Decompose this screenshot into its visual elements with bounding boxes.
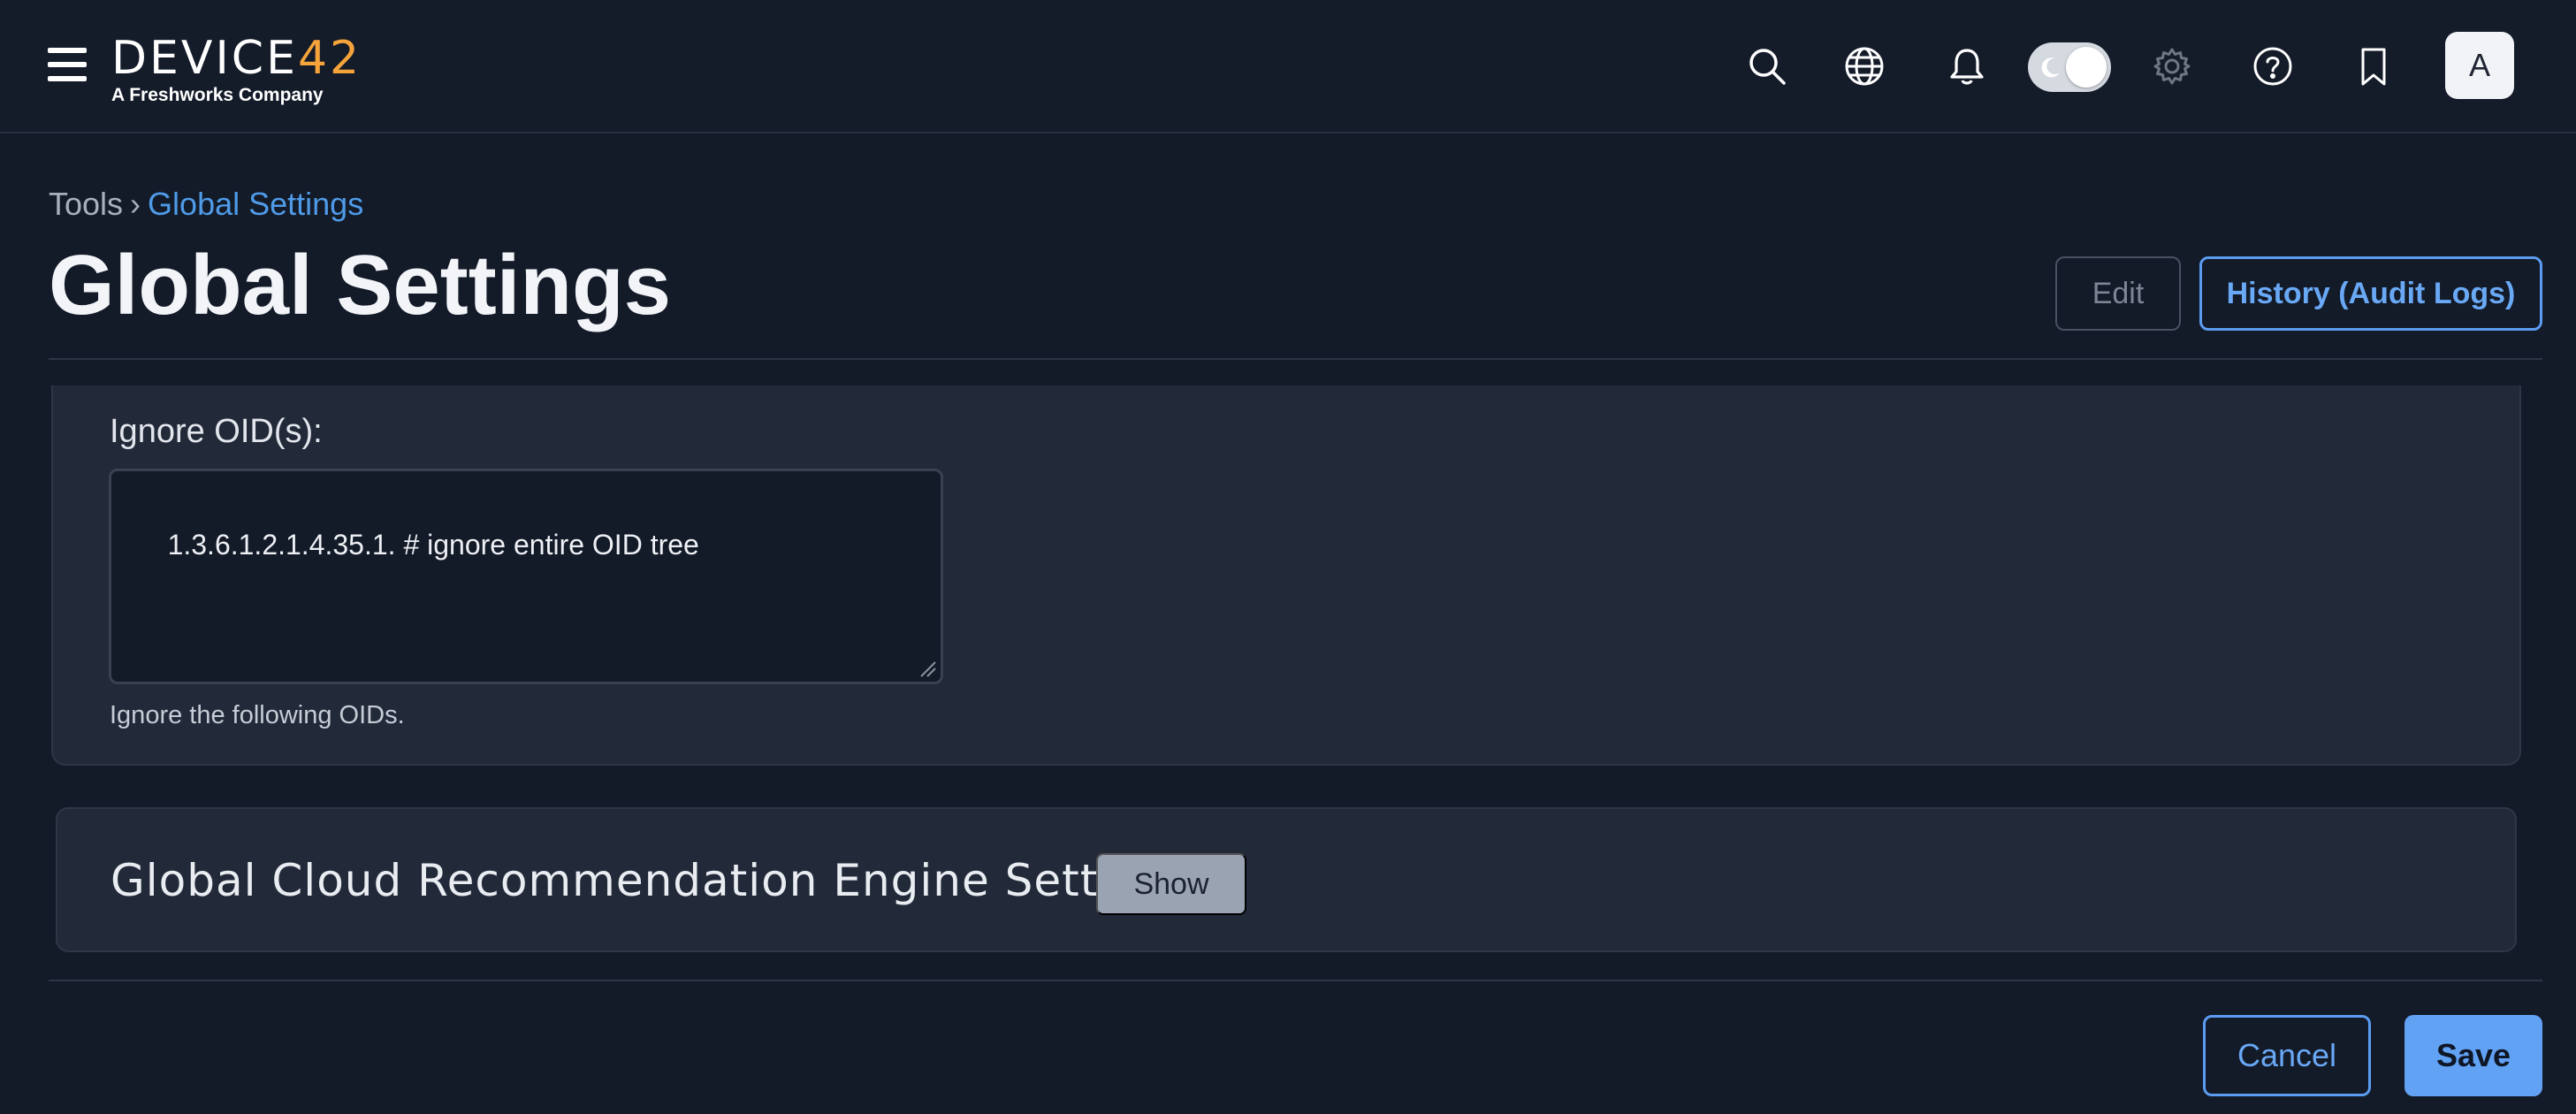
header-divider <box>49 358 2542 360</box>
edit-button[interactable]: Edit <box>2055 256 2181 331</box>
ignore-oids-label: Ignore OID(s): <box>110 413 323 450</box>
save-button[interactable]: Save <box>2405 1015 2542 1096</box>
history-audit-logs-button[interactable]: History (Audit Logs) <box>2199 256 2542 331</box>
bookmark-icon[interactable] <box>2343 35 2405 97</box>
resize-grip-icon[interactable] <box>918 659 937 678</box>
theme-toggle[interactable] <box>2028 42 2111 92</box>
footer-divider <box>49 980 2542 981</box>
menu-icon[interactable] <box>48 48 87 81</box>
cloud-recommendation-title: Global Cloud Recommendation Engine Setti… <box>111 855 1193 906</box>
gear-icon[interactable] <box>2141 35 2203 97</box>
logo[interactable]: DEVICE42 A Freshworks Company <box>111 32 362 108</box>
show-button[interactable]: Show <box>1096 853 1246 915</box>
breadcrumb-current[interactable]: Global Settings <box>148 186 363 222</box>
ignore-oids-panel: Ignore OID(s): 1.3.6.1.2.1.4.35.1. # ign… <box>51 385 2521 766</box>
moon-icon <box>2041 57 2060 78</box>
breadcrumb-separator: › <box>130 186 141 222</box>
toggle-knob <box>2066 47 2107 88</box>
page-title: Global Settings <box>49 238 672 332</box>
logo-wordmark: DEVICE42 <box>111 32 362 85</box>
search-icon[interactable] <box>1736 35 1798 97</box>
breadcrumb-tools[interactable]: Tools <box>49 186 123 222</box>
globe-icon[interactable] <box>1833 35 1895 97</box>
ignore-oids-value: 1.3.6.1.2.1.4.35.1. # ignore entire OID … <box>167 529 699 561</box>
cancel-button[interactable]: Cancel <box>2203 1015 2371 1096</box>
ignore-oids-help-text: Ignore the following OIDs. <box>110 701 405 729</box>
ignore-oids-textarea[interactable]: 1.3.6.1.2.1.4.35.1. # ignore entire OID … <box>109 469 943 684</box>
logo-tagline: A Freshworks Company <box>111 85 324 105</box>
bell-icon[interactable] <box>1936 35 1998 97</box>
cloud-recommendation-panel: Global Cloud Recommendation Engine Setti… <box>56 807 2517 952</box>
top-bar: DEVICE42 A Freshworks Company A <box>0 0 2576 134</box>
help-icon[interactable] <box>2242 35 2304 97</box>
breadcrumb: Tools › Global Settings <box>49 182 363 226</box>
avatar[interactable]: A <box>2445 32 2514 99</box>
